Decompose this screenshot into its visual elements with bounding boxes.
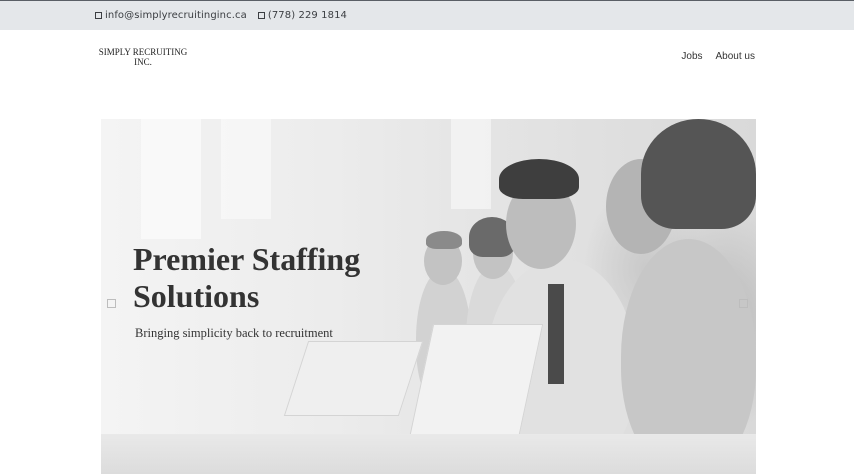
hero-banner: Premier Staffing Solutions Bringing simp… <box>101 119 756 474</box>
email-icon <box>95 12 102 19</box>
phone-contact[interactable]: (778) 229 1814 <box>257 10 347 21</box>
phone-icon <box>257 12 265 19</box>
email-link[interactable]: info@simplyrecruitinginc.ca <box>105 10 247 21</box>
hero-title: Premier Staffing Solutions <box>133 241 361 314</box>
hero-table <box>101 434 756 474</box>
slider-prev-icon[interactable] <box>107 299 116 308</box>
email-contact[interactable]: info@simplyrecruitinginc.ca <box>95 10 247 21</box>
phone-link[interactable]: (778) 229 1814 <box>268 10 347 21</box>
nav-about-us[interactable]: About us <box>716 51 755 62</box>
top-contact-bar: info@simplyrecruitinginc.ca (778) 229 18… <box>0 0 854 30</box>
nav-jobs[interactable]: Jobs <box>681 51 702 62</box>
hero-subtitle: Bringing simplicity back to recruitment <box>135 326 333 340</box>
main-nav: Jobs About us <box>681 51 755 62</box>
slider-next-icon[interactable] <box>739 299 748 308</box>
site-header: SIMPLY RECRUITING INC. Jobs About us <box>0 31 854 86</box>
site-logo[interactable]: SIMPLY RECRUITING INC. <box>96 47 190 67</box>
